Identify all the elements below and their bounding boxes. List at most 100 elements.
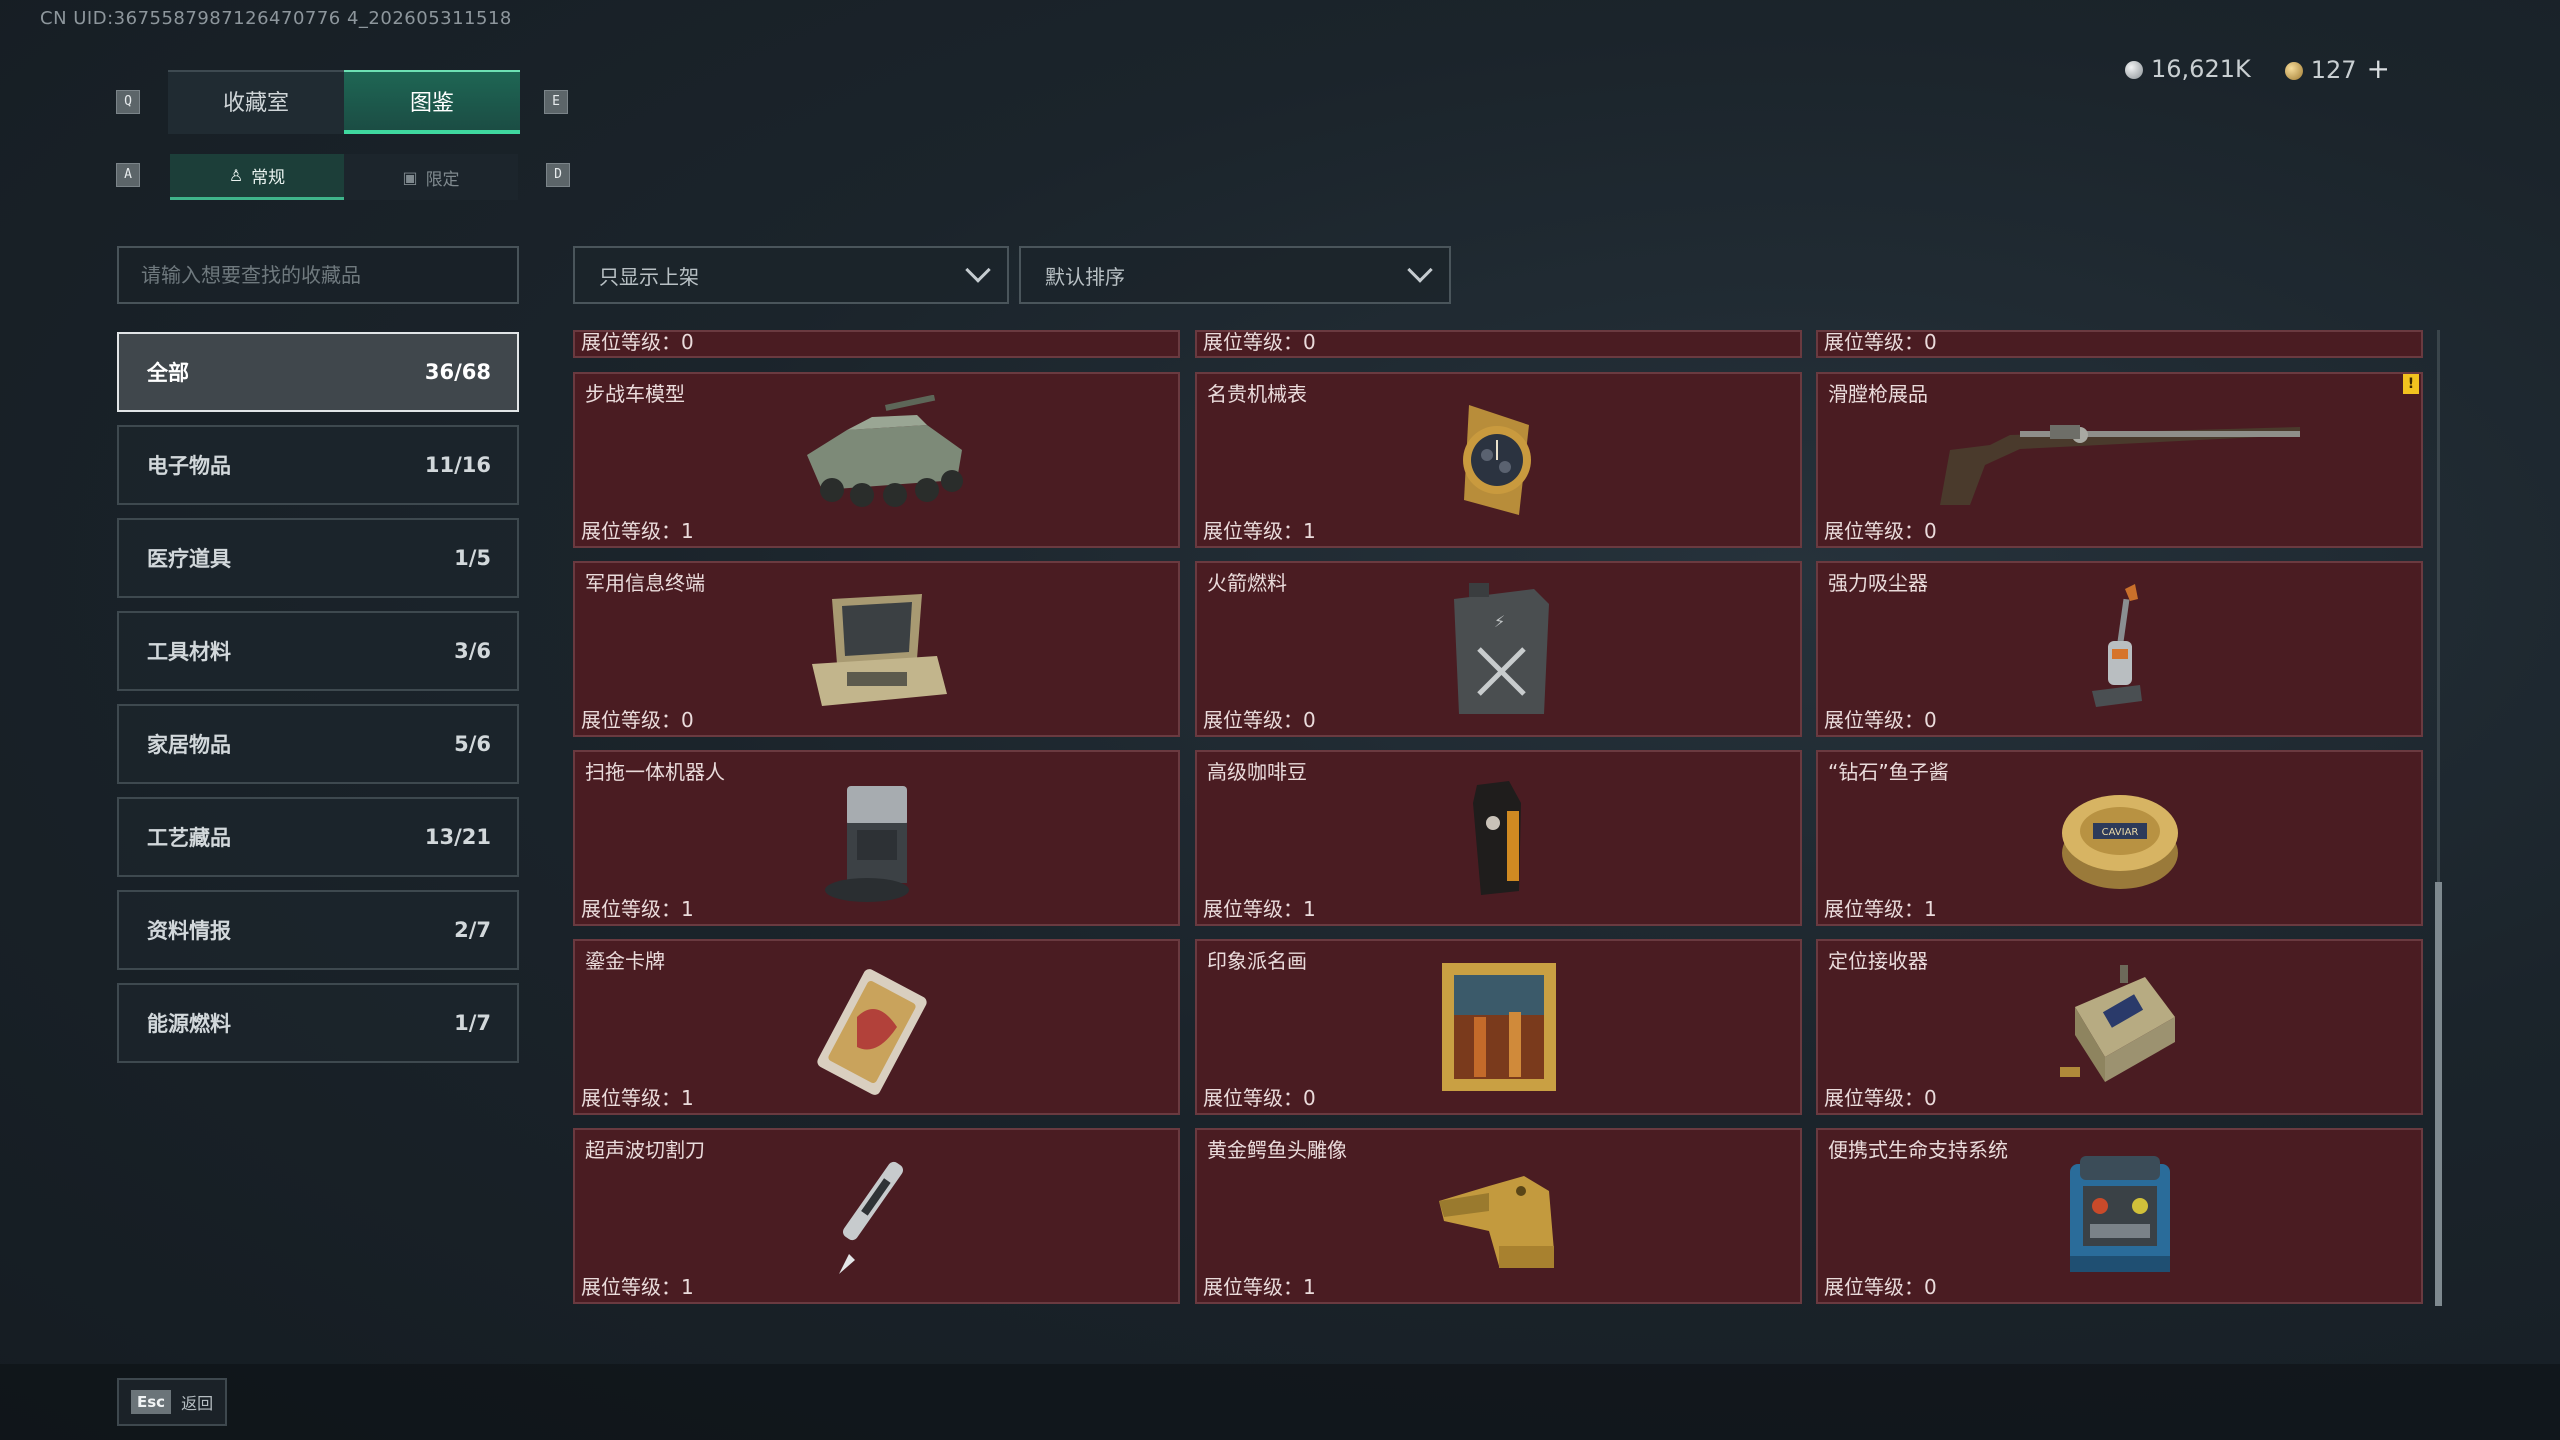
item-card[interactable]: 便携式生命支持系统 展位等级：0 [1816, 1128, 2423, 1304]
category-energy[interactable]: 能源燃料 1/7 [117, 983, 519, 1063]
item-name: 鎏金卡牌 [585, 949, 665, 973]
item-name: “钻石”鱼子酱 [1828, 760, 1949, 784]
terminal-icon [777, 579, 977, 719]
musket-icon [1930, 390, 2310, 530]
key-hint-d: D [546, 163, 570, 187]
category-label: 资料情报 [147, 919, 231, 943]
item-name: 超声波切割刀 [585, 1138, 705, 1162]
item-card[interactable]: 鎏金卡牌 展位等级：1 [573, 939, 1180, 1115]
item-level: 展位等级：0 [1824, 1086, 1937, 1110]
category-label: 能源燃料 [147, 1012, 231, 1036]
category-label: 电子物品 [147, 454, 231, 478]
category-count: 1/5 [454, 546, 491, 570]
silver-coin-icon [2125, 60, 2143, 79]
category-all[interactable]: 全部 36/68 [117, 332, 519, 412]
gold-currency: 127 + [2284, 52, 2390, 85]
category-label: 工艺藏品 [147, 826, 231, 850]
painting-icon [1399, 957, 1599, 1097]
tab-limited-label: 限定 [425, 169, 460, 190]
category-count: 2/7 [454, 918, 491, 942]
item-card[interactable]: 火箭燃料 ⚡ 展位等级：0 [1195, 561, 1802, 737]
item-level: 展位等级：1 [581, 1275, 694, 1299]
esc-key-hint: Esc [131, 1390, 172, 1414]
item-level: 展位等级：0 [1824, 519, 1937, 543]
item-card[interactable]: 印象派名画 展位等级：0 [1195, 939, 1802, 1115]
display-filter-dropdown[interactable]: 只显示上架 [573, 246, 1009, 304]
category-household[interactable]: 家居物品 5/6 [117, 704, 519, 784]
vacuum-icon [2020, 579, 2220, 719]
back-button[interactable]: Esc 返回 [117, 1378, 228, 1426]
item-level: 展位等级：1 [581, 897, 694, 921]
silver-currency: 16,621K [2125, 55, 2251, 83]
category-count: 3/6 [454, 639, 491, 663]
item-name: 黄金鳄鱼头雕像 [1207, 1138, 1347, 1162]
category-label: 医疗道具 [147, 547, 231, 571]
category-count: 36/68 [424, 360, 491, 384]
item-level: 展位等级：0 [581, 330, 694, 354]
item-card[interactable]: “钻石”鱼子酱 CAVIAR 展位等级：1 [1816, 750, 2423, 926]
item-card-partial[interactable]: 展位等级：0 [1816, 330, 2423, 358]
tab-limited[interactable]: ▣ 限定 [344, 154, 518, 200]
category-list: 全部 36/68 电子物品 11/16 医疗道具 1/5 工具材料 3/6 家居物品 5/… [117, 332, 519, 1076]
figure-icon: ♙ [228, 166, 244, 185]
category-crafts[interactable]: 工艺藏品 13/21 [117, 797, 519, 877]
item-name: 高级咖啡豆 [1207, 760, 1307, 784]
item-card[interactable]: 名贵机械表 展位等级：1 [1195, 372, 1802, 548]
item-name: 名贵机械表 [1207, 382, 1307, 406]
category-label: 家居物品 [147, 733, 231, 757]
item-card[interactable]: 军用信息终端 展位等级：0 [573, 561, 1180, 737]
life-support-icon [2020, 1146, 2220, 1286]
category-label: 全部 [147, 361, 189, 385]
bottom-bar [0, 1364, 2560, 1440]
alert-badge: ! [2403, 374, 2419, 394]
item-card[interactable]: 黄金鳄鱼头雕像 展位等级：1 [1195, 1128, 1802, 1304]
item-level: 展位等级：0 [1824, 330, 1937, 354]
watch-icon [1399, 390, 1599, 530]
category-count: 1/7 [454, 1011, 491, 1035]
item-card[interactable]: 定位接收器 展位等级：0 [1816, 939, 2423, 1115]
sort-dropdown[interactable]: 默认排序 [1019, 246, 1451, 304]
item-name: 强力吸尘器 [1828, 571, 1928, 595]
gold-amount: 127 [2310, 56, 2357, 84]
tab-regular[interactable]: ♙ 常规 [170, 154, 344, 200]
caviar-label: CAVIAR [2101, 827, 2138, 838]
item-card-partial[interactable]: 展位等级：0 [573, 330, 1180, 358]
category-electronics[interactable]: 电子物品 11/16 [117, 425, 519, 505]
card-icon [777, 957, 977, 1097]
item-name: 定位接收器 [1828, 949, 1928, 973]
category-tools[interactable]: 工具材料 3/6 [117, 611, 519, 691]
caviar-icon: CAVIAR [2020, 768, 2220, 908]
item-level: 展位等级：0 [1203, 330, 1316, 354]
cutter-icon [777, 1146, 977, 1286]
grid-scrollbar-thumb[interactable] [2435, 882, 2442, 1306]
item-level: 展位等级：1 [581, 1086, 694, 1110]
search-input[interactable] [117, 246, 519, 304]
category-label: 工具材料 [147, 640, 231, 664]
item-card[interactable]: 步战车模型 展位等级：1 [573, 372, 1180, 548]
back-label: 返回 [181, 1394, 214, 1413]
category-medical[interactable]: 医疗道具 1/5 [117, 518, 519, 598]
item-card[interactable]: 滑膛枪展品 ! 展位等级：0 [1816, 372, 2423, 548]
item-level: 展位等级：1 [1203, 519, 1316, 543]
robot-vacuum-icon [777, 768, 977, 908]
item-card-partial[interactable]: 展位等级：0 [1195, 330, 1802, 358]
sub-tabs: ♙ 常规 ▣ 限定 [170, 154, 518, 200]
item-level: 展位等级：1 [1824, 897, 1937, 921]
ifv-model-icon [777, 390, 977, 530]
item-level: 展位等级：0 [1824, 1275, 1937, 1299]
add-currency-button[interactable]: + [2367, 52, 2390, 85]
item-card[interactable]: 强力吸尘器 展位等级：0 [1816, 561, 2423, 737]
tab-codex[interactable]: 图鉴 [344, 70, 520, 134]
item-card[interactable]: 扫拖一体机器人 展位等级：1 [573, 750, 1180, 926]
tab-collection-room[interactable]: 收藏室 [168, 70, 344, 134]
fuel-can-icon: ⚡ [1399, 579, 1599, 719]
currency-bar: 16,621K 127 + [2125, 52, 2390, 85]
category-intel[interactable]: 资料情报 2/7 [117, 890, 519, 970]
item-card[interactable]: 高级咖啡豆 展位等级：1 [1195, 750, 1802, 926]
category-count: 11/16 [424, 453, 491, 477]
item-name: 滑膛枪展品 [1828, 382, 1928, 406]
item-card[interactable]: 超声波切割刀 展位等级：1 [573, 1128, 1180, 1304]
item-name: 火箭燃料 [1207, 571, 1287, 595]
image-icon: ▣ [402, 167, 418, 187]
tab-regular-label: 常规 [251, 168, 286, 188]
